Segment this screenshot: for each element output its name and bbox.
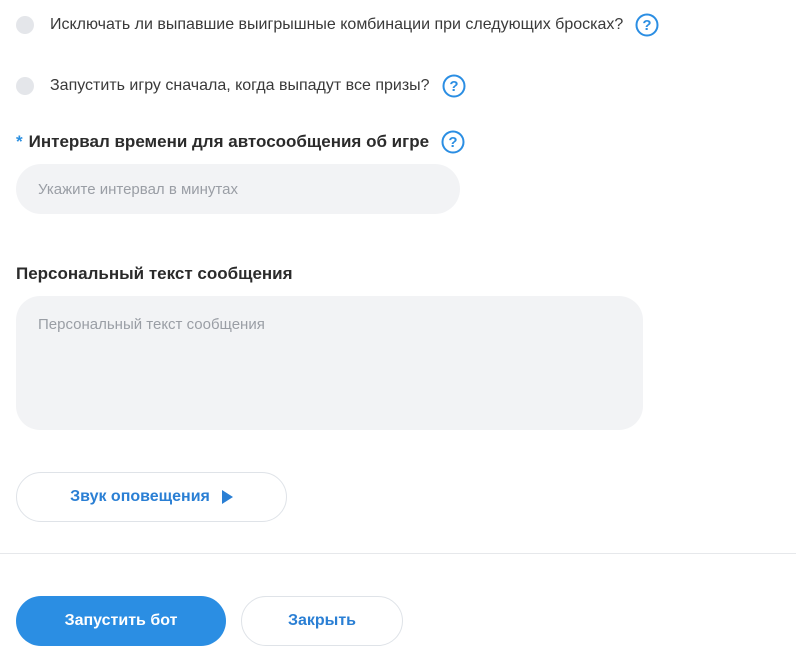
notification-sound-label: Звук оповещения: [70, 488, 210, 505]
svg-text:?: ?: [449, 78, 458, 95]
exclude-combos-label: Исключать ли выпавшие выигрышные комбина…: [50, 16, 624, 33]
restart-game-toggle[interactable]: [16, 77, 34, 95]
footer-divider: [0, 553, 796, 554]
start-bot-button[interactable]: Запустить бот: [16, 596, 226, 646]
restart-game-label: Запустить игру сначала, когда выпадут вс…: [50, 77, 430, 94]
interval-input[interactable]: [16, 164, 460, 214]
message-field-label: Персональный текст сообщения: [16, 264, 293, 284]
required-mark: *: [16, 132, 23, 151]
svg-text:?: ?: [643, 17, 652, 34]
notification-sound-button[interactable]: Звук оповещения: [16, 472, 287, 522]
question-circle-icon[interactable]: ?: [442, 74, 466, 98]
message-label-text: Персональный текст сообщения: [16, 264, 293, 283]
question-circle-icon[interactable]: ?: [635, 13, 659, 37]
interval-label-text: Интервал времени для автосообщения об иг…: [28, 132, 430, 151]
bot-settings-form: Исключать ли выпавшие выигрышные комбина…: [0, 0, 796, 671]
interval-field-label: * Интервал времени для автосообщения об …: [16, 130, 465, 154]
message-textarea[interactable]: [16, 296, 643, 430]
exclude-combos-row: Исключать ли выпавшие выигрышные комбина…: [16, 10, 659, 40]
svg-text:?: ?: [448, 134, 457, 151]
play-icon: [221, 490, 233, 504]
exclude-combos-toggle[interactable]: [16, 16, 34, 34]
close-button[interactable]: Закрыть: [241, 596, 403, 646]
restart-game-row: Запустить игру сначала, когда выпадут вс…: [16, 71, 466, 101]
question-circle-icon[interactable]: ?: [441, 130, 465, 154]
